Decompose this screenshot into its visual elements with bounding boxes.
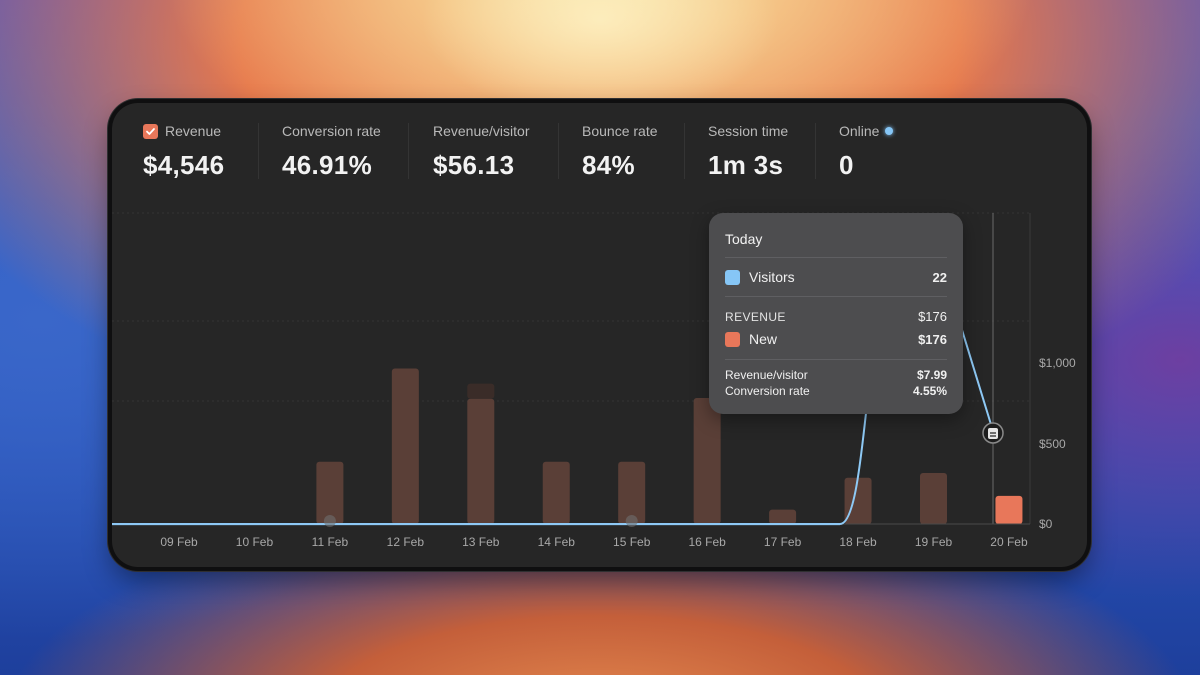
tooltip-revenue-total: $176 <box>918 309 947 324</box>
tooltip-rpv-row: Revenue/visitor $7.99 <box>725 368 947 382</box>
tooltip-rpv-label: Revenue/visitor <box>725 368 808 382</box>
x-tick-label: 18 Feb <box>839 535 877 549</box>
x-tick-label: 16 Feb <box>688 535 726 549</box>
x-tick-label: 12 Feb <box>387 535 425 549</box>
x-tick-label: 13 Feb <box>462 535 500 549</box>
bar-16-feb <box>693 398 721 524</box>
x-tick-label: 11 Feb <box>312 535 349 549</box>
event-marker-icon <box>625 515 638 527</box>
tooltip-conversion-label: Conversion rate <box>725 384 810 398</box>
x-tick-label: 19 Feb <box>915 535 953 549</box>
divider <box>725 257 947 258</box>
y-tick-label: $0 <box>1039 517 1053 531</box>
x-tick-label: 14 Feb <box>538 535 576 549</box>
tooltip-conversion-value: 4.55% <box>912 384 947 398</box>
tooltip-visitors-row: Visitors 22 <box>725 269 947 285</box>
bar-11-feb <box>316 461 344 524</box>
tooltip-new-label: New <box>749 331 778 347</box>
y-tick-label: $1,000 <box>1039 356 1076 370</box>
tooltip-revenue-heading-row: REVENUE $176 <box>725 309 947 324</box>
bar-20-feb <box>995 495 1023 524</box>
tooltip-title: Today <box>725 231 763 247</box>
divider <box>725 296 947 297</box>
visitors-swatch-icon <box>725 269 740 285</box>
x-tick-label: 20 Feb <box>990 535 1028 549</box>
tooltip-visitors-label: Visitors <box>749 269 795 285</box>
tooltip-visitors-value: 22 <box>932 269 947 285</box>
event-marker-icon <box>323 515 336 527</box>
tooltip-rpv-value: $7.99 <box>916 368 947 382</box>
new-revenue-swatch-icon <box>725 331 740 347</box>
analytics-panel: Revenue $4,546 Conversion rate 46.91% Re… <box>112 103 1087 567</box>
bar-19-feb <box>920 472 947 524</box>
bar-15-feb <box>618 461 646 524</box>
x-tick-label: 17 Feb <box>764 535 802 549</box>
tooltip-new-row: New $176 <box>725 331 947 347</box>
bar-17-feb <box>769 509 797 524</box>
bar-12-feb <box>391 368 419 524</box>
bar-13-feb <box>467 398 495 524</box>
x-tick-label: 15 Feb <box>613 535 651 549</box>
x-tick-label: 10 Feb <box>236 535 274 549</box>
chart-tooltip: Today Visitors 22 REVENUE $176 New $176 … <box>709 213 963 414</box>
bar-14-feb <box>542 461 570 524</box>
tooltip-new-value: $176 <box>918 331 947 347</box>
x-tick-label: 09 Feb <box>160 535 198 549</box>
divider <box>725 359 947 360</box>
bar-segment-13-feb <box>467 383 495 399</box>
tooltip-conversion-row: Conversion rate 4.55% <box>725 384 947 398</box>
y-tick-label: $500 <box>1039 437 1066 451</box>
tooltip-revenue-heading: REVENUE <box>725 309 786 324</box>
